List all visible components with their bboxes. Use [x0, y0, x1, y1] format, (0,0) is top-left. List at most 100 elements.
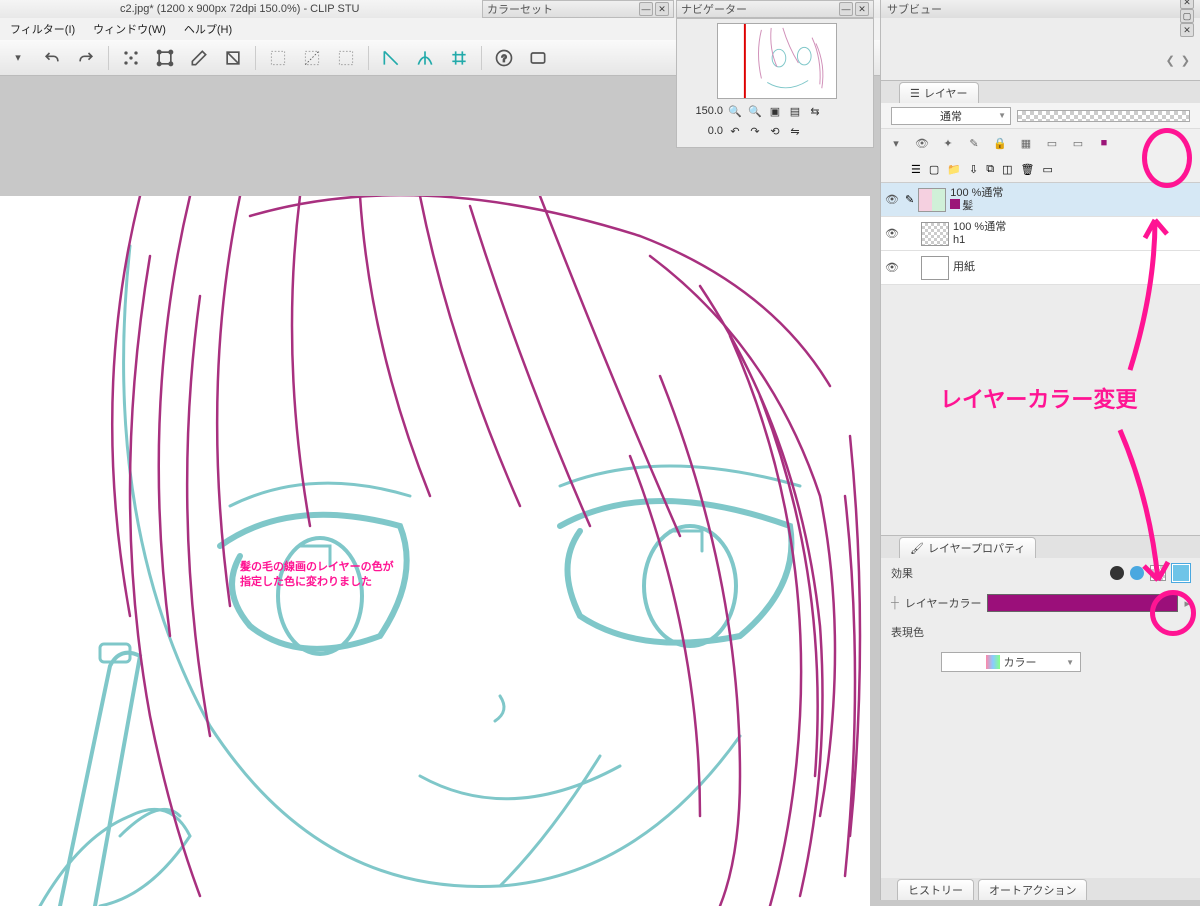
brush-icon: ✎ — [905, 193, 914, 206]
autoaction-label: オートアクション — [989, 882, 1076, 898]
effect-layercolor-icon[interactable] — [1172, 564, 1190, 582]
merge-icon[interactable]: ⧉ — [986, 163, 994, 176]
layer-tool-row-1: ▾ 👁 ✦ ✎ 🔒 ▦ ▭ ▭ ■ — [881, 129, 1200, 157]
blend-mode-select[interactable]: 通常 — [891, 107, 1011, 125]
navigator-thumbnail[interactable] — [717, 23, 837, 99]
effect-tone-icon[interactable] — [1130, 566, 1144, 580]
colorset-panel-header[interactable]: カラーセット — ✕ — [482, 0, 674, 18]
zoom-out-icon[interactable]: 🔍 — [727, 103, 743, 119]
visibility-icon[interactable]: 👁 — [885, 193, 901, 206]
combine-icon[interactable]: ◫ — [1002, 163, 1012, 176]
help-icon[interactable]: ? — [490, 44, 518, 72]
canvas-area — [0, 76, 880, 900]
visibility-icon[interactable]: 👁 — [885, 227, 901, 240]
layer-property-panel: 🖌 レイヤープロパティ 効果 ┼ レイヤーカラー ▸ 表現色 カラ — [881, 535, 1200, 828]
lock-icon[interactable]: 🔒 — [991, 134, 1009, 152]
color-icon — [986, 655, 1000, 669]
effect-label: 効果 — [891, 565, 913, 581]
layer-empty-area — [881, 285, 1200, 535]
snap-ruler-icon[interactable] — [377, 44, 405, 72]
fit-icon[interactable]: ▣ — [767, 103, 783, 119]
select-invert-icon[interactable] — [298, 44, 326, 72]
layers-icon: ☰ — [910, 87, 920, 100]
select-border-icon[interactable] — [332, 44, 360, 72]
dropdown-icon[interactable]: ▾ — [4, 44, 32, 72]
layer-row[interactable]: 👁 100 %通常 h1 — [881, 217, 1200, 251]
new-layer-icon[interactable]: ☰ — [911, 163, 921, 176]
dropdown-icon[interactable]: ▾ — [887, 134, 905, 152]
canvas[interactable] — [0, 196, 870, 906]
minimize-icon[interactable]: — — [839, 2, 853, 16]
menu-window[interactable]: ウィンドウ(W) — [87, 19, 172, 39]
layer-row[interactable]: 👁 ✎ 100 %通常 髪 — [881, 183, 1200, 217]
document-title: c2.jpg* (1200 x 900px 72dpi 150.0%) - CL… — [120, 3, 360, 15]
ruler-icon[interactable]: ▭ — [1043, 134, 1061, 152]
assist-icon[interactable] — [524, 44, 552, 72]
zoom-in-icon[interactable]: 🔍 — [747, 103, 763, 119]
chevron-icon[interactable]: ▸ — [1184, 597, 1190, 610]
layer-name: 髪 — [962, 200, 973, 212]
navigator-panel-header[interactable]: ナビゲーター — ✕ — [676, 0, 874, 18]
transfer-icon[interactable]: ⇩ — [969, 163, 978, 176]
eraser-icon[interactable] — [185, 44, 213, 72]
bottom-tabs: ヒストリー オートアクション — [881, 878, 1200, 900]
extra-icon[interactable]: ▭ — [1042, 163, 1052, 176]
minimize-icon[interactable]: — — [639, 2, 653, 16]
subview-title: サブビュー — [887, 1, 942, 17]
layer-row[interactable]: 👁 用紙 — [881, 251, 1200, 285]
select-all-icon[interactable] — [264, 44, 292, 72]
history-tab[interactable]: ヒストリー — [897, 879, 974, 900]
undo-icon[interactable] — [38, 44, 66, 72]
prev-icon[interactable]: ❮ — [1166, 54, 1175, 67]
clear-icon[interactable] — [117, 44, 145, 72]
layer-tab-label: レイヤー — [924, 85, 968, 101]
layer-thumbnail[interactable] — [921, 222, 949, 246]
layer-color-icon[interactable]: ■ — [1095, 134, 1113, 152]
colorset-title: カラーセット — [487, 1, 553, 17]
eye-icon[interactable]: 👁 — [913, 134, 931, 152]
delete-icon[interactable]: 🗑 — [1020, 163, 1034, 176]
layer-thumbnail[interactable] — [918, 188, 946, 212]
pencil-icon[interactable]: ✎ — [965, 134, 983, 152]
next-icon[interactable]: ❯ — [1181, 54, 1190, 67]
link-icon[interactable]: ▭ — [1069, 134, 1087, 152]
visibility-icon[interactable]: 👁 — [885, 261, 901, 274]
close2-icon[interactable]: ✕ — [1180, 23, 1194, 37]
menu-filter[interactable]: フィルター(I) — [4, 19, 81, 39]
zoom-value[interactable]: 150.0 — [683, 105, 723, 117]
navigator-panel: 150.0 🔍 🔍 ▣ ▤ ⇆ 0.0 ↶ ↷ ⟲ ⇋ — [676, 18, 874, 148]
autoaction-tab[interactable]: オートアクション — [978, 879, 1087, 900]
rotate-left-icon[interactable]: ↶ — [727, 123, 743, 139]
rotate-value[interactable]: 0.0 — [683, 125, 723, 137]
new-raster-icon[interactable]: ▢ — [929, 163, 939, 176]
layer-thumbnail[interactable] — [921, 256, 949, 280]
collapse-icon[interactable]: ▢ — [1180, 9, 1194, 23]
snap-perspective-icon[interactable] — [411, 44, 439, 72]
expression-select[interactable]: カラー — [941, 652, 1081, 672]
deselect-icon[interactable] — [219, 44, 247, 72]
blend-mode-value: 通常 — [940, 108, 962, 124]
layer-tab[interactable]: ☰ レイヤー — [899, 82, 979, 103]
transform-icon[interactable] — [151, 44, 179, 72]
close-icon[interactable]: ✕ — [855, 2, 869, 16]
redo-icon[interactable] — [72, 44, 100, 72]
layer-name: 用紙 — [953, 261, 975, 273]
opacity-slider[interactable] — [1017, 110, 1190, 122]
effect-border-icon[interactable] — [1110, 566, 1124, 580]
expression-label: 表現色 — [891, 624, 924, 640]
mirror-icon[interactable]: ⇋ — [787, 123, 803, 139]
reset-rotation-icon[interactable]: ⟲ — [767, 123, 783, 139]
close-icon[interactable]: ✕ — [655, 2, 669, 16]
close-icon[interactable]: ✕ — [1180, 0, 1194, 9]
layer-color-bar[interactable] — [987, 594, 1178, 612]
rotate-right-icon[interactable]: ↷ — [747, 123, 763, 139]
mask-icon[interactable]: ▦ — [1017, 134, 1035, 152]
actual-size-icon[interactable]: ▤ — [787, 103, 803, 119]
new-folder-icon[interactable]: 📁 — [947, 163, 961, 176]
snap-grid-icon[interactable] — [445, 44, 473, 72]
menu-help[interactable]: ヘルプ(H) — [178, 19, 238, 39]
person-icon[interactable]: ✦ — [939, 134, 957, 152]
layer-property-tab[interactable]: 🖌 レイヤープロパティ — [899, 537, 1036, 558]
effect-checker-icon[interactable] — [1150, 565, 1166, 581]
flip-icon[interactable]: ⇆ — [807, 103, 823, 119]
